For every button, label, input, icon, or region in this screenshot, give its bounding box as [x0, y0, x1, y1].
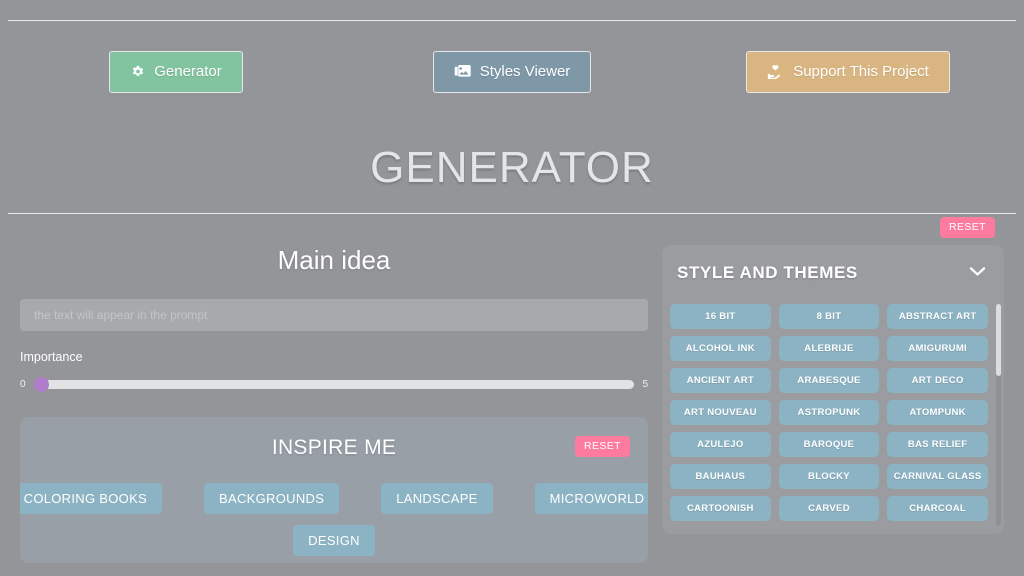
inspire-me-panel: INSPIRE ME RESET COLORING BOOKS BACKGROU… — [20, 417, 648, 563]
inspire-chip-row: DESIGN — [38, 525, 630, 556]
themes-reset-button[interactable]: RESET — [939, 217, 995, 238]
style-and-themes-scroll-area[interactable]: 16 BIT 8 BIT ABSTRACT ART ALCOHOL INK ALEBRI… — [662, 303, 1004, 526]
page-title-band: GENERATOR — [0, 122, 1024, 213]
slider-max-label: 5 — [642, 379, 648, 390]
importance-slider[interactable]: 0 5 — [20, 377, 648, 392]
style-chip[interactable]: BLOCKY — [778, 463, 880, 489]
style-and-themes-panel: STYLE AND THEMES 16 BIT 8 BIT ABSTRACT ART… — [662, 244, 1004, 534]
images-icon — [454, 64, 471, 79]
style-chip[interactable]: AZULEJO — [670, 431, 771, 457]
style-chip[interactable]: ASTROPUNK — [778, 399, 880, 425]
chevron-down-icon[interactable] — [969, 264, 986, 282]
nav-slot-generator: Generator — [8, 50, 344, 93]
support-this-project-button[interactable]: Support This Project — [746, 50, 950, 93]
styles-viewer-button[interactable]: Styles Viewer — [432, 50, 592, 93]
style-chip[interactable]: ALEBRIJE — [778, 335, 880, 361]
style-chip[interactable]: 16 BIT — [670, 303, 771, 329]
style-chip[interactable]: ART DECO — [887, 367, 988, 393]
page-title: GENERATOR — [370, 142, 654, 192]
gear-icon — [130, 64, 145, 79]
style-chip[interactable]: BAROQUE — [778, 431, 880, 457]
inspire-chip-design[interactable]: DESIGN — [293, 525, 375, 556]
inspire-chip-rows: COLORING BOOKS BACKGROUNDS LANDSCAPE MIC… — [20, 483, 648, 556]
slider-track[interactable] — [33, 377, 635, 392]
style-chip[interactable]: ATOMPUNK — [887, 399, 988, 425]
inspire-me-title: INSPIRE ME — [271, 436, 397, 459]
slider-thumb[interactable] — [33, 377, 49, 392]
style-chip[interactable]: BAUHAUS — [670, 463, 771, 489]
style-chip-grid: 16 BIT 8 BIT ABSTRACT ART ALCOHOL INK ALEBRI… — [670, 303, 988, 521]
generator-button[interactable]: Generator — [109, 50, 243, 93]
inspire-chip-microworld[interactable]: MICROWORLD — [534, 483, 648, 514]
style-chip[interactable]: CARNIVAL GLASS — [887, 463, 988, 489]
style-chip[interactable]: ANCIENT ART — [670, 367, 771, 393]
inspire-chip-coloring-books[interactable]: COLORING BOOKS — [20, 483, 163, 514]
inspire-chip-backgrounds[interactable]: BACKGROUNDS — [204, 483, 340, 514]
importance-label: Importance — [20, 350, 83, 364]
right-column: RESET STYLE AND THEMES 16 BIT 8 BIT ABSTRA… — [662, 214, 1004, 576]
themes-scrollbar-track[interactable] — [996, 303, 1001, 526]
style-chip[interactable]: 8 BIT — [778, 303, 880, 329]
style-chip[interactable]: CARVED — [778, 495, 880, 521]
nav-slot-styles-viewer: Styles Viewer — [344, 50, 680, 93]
nav-slot-support: Support This Project — [680, 50, 1016, 93]
main-content: Main idea Importance 0 5 INSPIRE ME RESE… — [0, 214, 1024, 576]
style-chip[interactable]: ART NOUVEAU — [670, 399, 771, 425]
generator-button-label: Generator — [154, 63, 222, 80]
style-and-themes-title: STYLE AND THEMES — [677, 262, 858, 282]
style-chip[interactable]: CHARCOAL — [887, 495, 988, 521]
themes-scrollbar-thumb[interactable] — [996, 303, 1001, 376]
main-idea-heading: Main idea — [277, 245, 391, 275]
inspire-reset-button[interactable]: RESET — [574, 436, 630, 457]
hand-holding-heart-icon — [767, 64, 784, 79]
style-chip[interactable]: CARTOONISH — [670, 495, 771, 521]
inspire-chip-row: COLORING BOOKS BACKGROUNDS LANDSCAPE MIC… — [20, 483, 648, 514]
style-chip[interactable]: ALCOHOL INK — [670, 335, 771, 361]
inspire-chip-landscape[interactable]: LANDSCAPE — [381, 483, 493, 514]
left-column: Main idea Importance 0 5 INSPIRE ME RESE… — [20, 214, 648, 576]
style-chip[interactable]: BAS RELIEF — [887, 431, 988, 457]
main-idea-input[interactable] — [20, 299, 648, 331]
style-chip[interactable]: ARABESQUE — [778, 367, 880, 393]
support-button-label: Support This Project — [793, 63, 929, 80]
style-chip[interactable]: AMIGURUMI — [887, 335, 988, 361]
styles-viewer-button-label: Styles Viewer — [479, 63, 571, 80]
themes-reset-wrap: RESET — [662, 217, 1004, 238]
style-and-themes-header[interactable]: STYLE AND THEMES — [662, 245, 1004, 283]
inspire-me-header: INSPIRE ME RESET — [38, 433, 630, 463]
main-navigation: Generator Styles Viewer Support This Pro… — [0, 21, 1024, 122]
style-chip[interactable]: ABSTRACT ART — [887, 303, 988, 329]
slider-min-label: 0 — [20, 379, 26, 390]
